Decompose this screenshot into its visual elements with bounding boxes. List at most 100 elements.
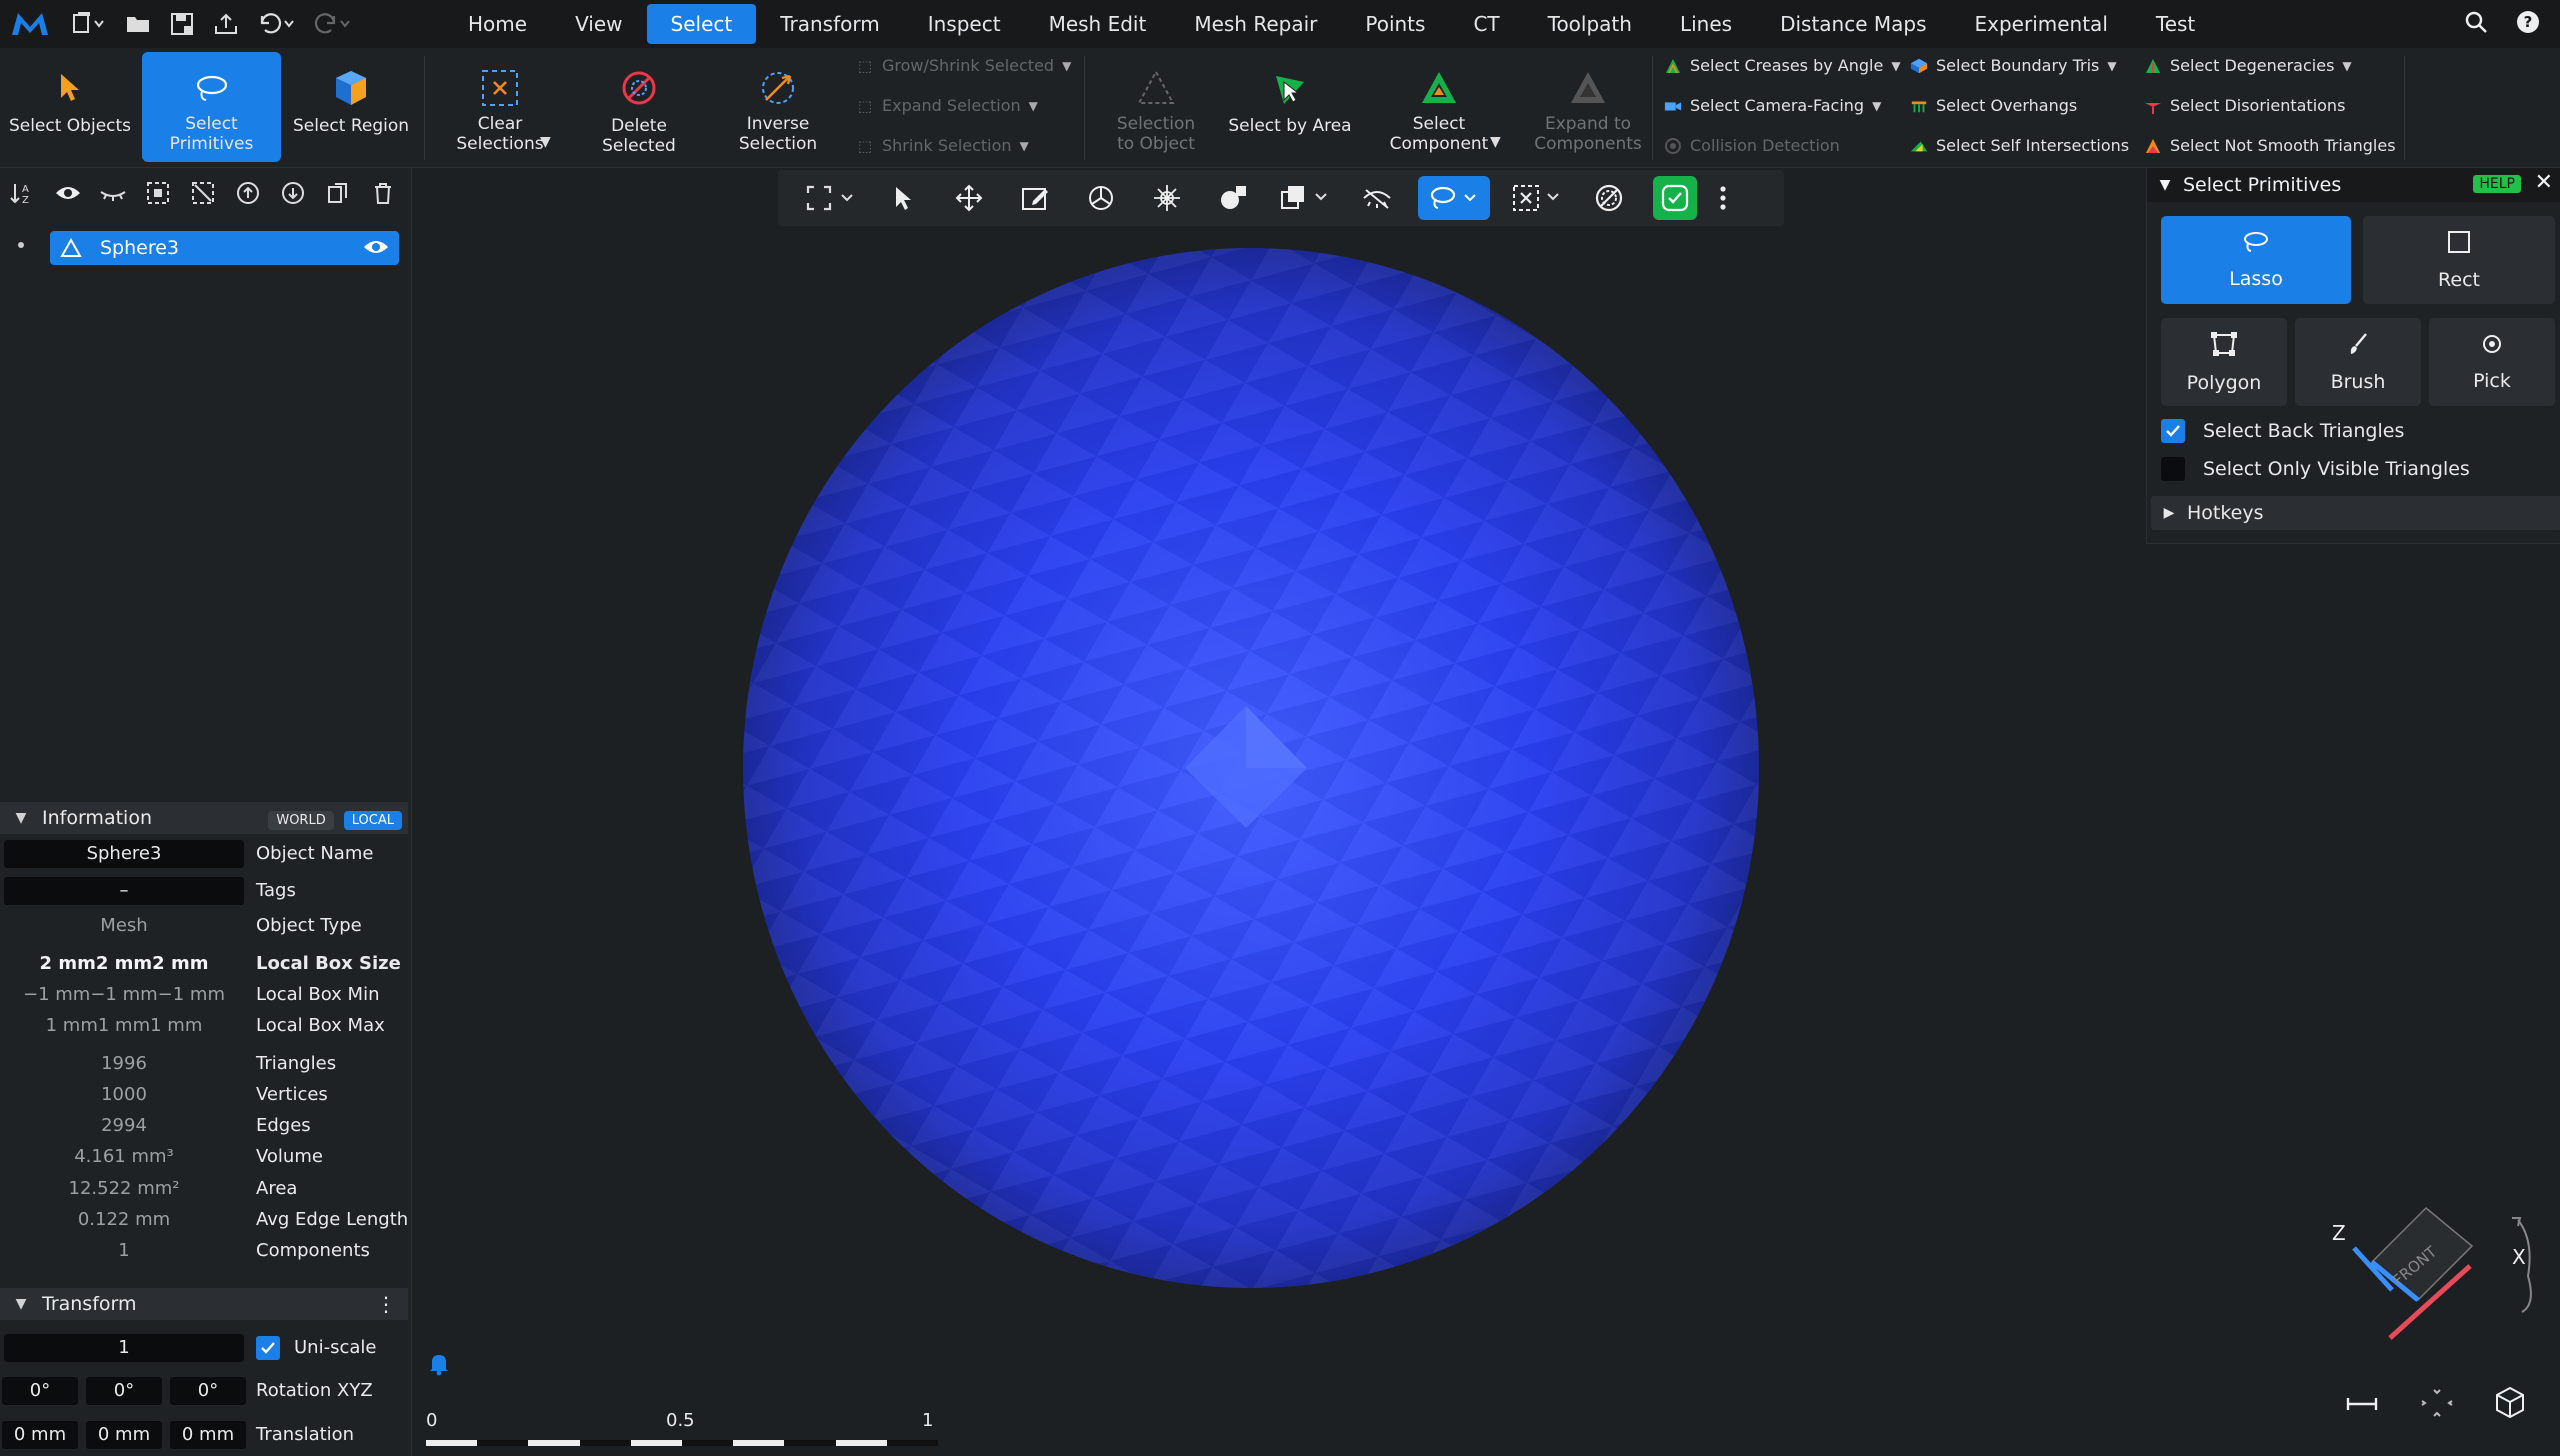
collision-detection-button[interactable]: Collision Detection xyxy=(1664,136,1840,155)
rect-mode-button[interactable]: Rect xyxy=(2363,216,2555,304)
scene-tree-item-sphere3[interactable]: Sphere3 xyxy=(50,231,399,265)
tab-lines[interactable]: Lines xyxy=(1656,4,1756,44)
no-symbol-icon[interactable] xyxy=(1576,170,1642,226)
select-creases-button[interactable]: Select Creases by Angle ▼ xyxy=(1664,56,1901,75)
polygon-mode-button[interactable]: Polygon xyxy=(2161,318,2287,406)
tab-points[interactable]: Points xyxy=(1341,4,1449,44)
select-not-smooth-button[interactable]: Select Not Smooth Triangles xyxy=(2144,136,2396,155)
select-objects-button[interactable]: Select Objects xyxy=(6,52,134,162)
rotation-z-field[interactable]: 0° xyxy=(170,1376,246,1405)
new-file-icon[interactable] xyxy=(60,0,116,48)
fit-view-icon[interactable] xyxy=(792,170,870,226)
tab-mesh-repair[interactable]: Mesh Repair xyxy=(1170,4,1341,44)
tab-test[interactable]: Test xyxy=(2132,4,2219,44)
local-toggle[interactable]: LOCAL xyxy=(343,810,402,830)
move-up-icon[interactable] xyxy=(233,178,263,208)
fit-corners-icon[interactable] xyxy=(2420,1388,2454,1422)
tab-select[interactable]: Select xyxy=(646,4,757,44)
object-name-field[interactable]: Sphere3 xyxy=(4,839,244,868)
select-by-area-button[interactable]: Select by Area xyxy=(1222,52,1358,162)
rotation-y-field[interactable]: 0° xyxy=(86,1376,162,1405)
duplicate-icon[interactable] xyxy=(323,178,353,208)
close-icon[interactable]: ✕ xyxy=(2535,170,2553,195)
open-folder-icon[interactable] xyxy=(116,0,160,48)
show-all-eye-icon[interactable] xyxy=(53,178,83,208)
world-toggle[interactable]: WORLD xyxy=(268,810,334,830)
lasso-mode-icon[interactable] xyxy=(1418,176,1490,220)
search-icon[interactable] xyxy=(2464,10,2488,38)
hotkeys-collapsible[interactable]: ▶ Hotkeys xyxy=(2151,496,2560,530)
lasso-mode-button[interactable]: Lasso xyxy=(2161,216,2351,304)
trash-icon[interactable] xyxy=(368,178,398,208)
select-camera-facing-button[interactable]: Select Camera-Facing ▼ xyxy=(1664,96,1881,115)
tab-inspect[interactable]: Inspect xyxy=(904,4,1025,44)
export-icon[interactable] xyxy=(204,0,248,48)
delete-selected-button[interactable]: Delete Selected xyxy=(572,52,706,162)
tab-mesh-edit[interactable]: Mesh Edit xyxy=(1025,4,1171,44)
select-boundary-tris-button[interactable]: Select Boundary Tris ▼ xyxy=(1910,56,2117,75)
collapse-chevron-icon[interactable]: ▼ xyxy=(2147,177,2183,193)
move-down-icon[interactable] xyxy=(278,178,308,208)
help-icon[interactable]: ? xyxy=(2516,10,2540,38)
select-degeneracies-button[interactable]: Select Degeneracies ▼ xyxy=(2144,56,2352,75)
shapes-icon[interactable] xyxy=(1200,170,1266,226)
expand-to-components-button[interactable]: Expand to Components xyxy=(1520,52,1656,162)
hide-all-eye-icon[interactable] xyxy=(98,178,128,208)
select-primitives-button[interactable]: Select Primitives xyxy=(142,52,281,162)
redo-icon[interactable] xyxy=(304,0,360,48)
scale-field[interactable]: 1 xyxy=(4,1333,244,1362)
clear-selections-chevron-icon[interactable]: ▼ xyxy=(540,134,551,150)
pick-mode-button[interactable]: Pick xyxy=(2429,318,2555,406)
transform-header[interactable]: ▼ Transform ⋮ xyxy=(0,1288,408,1320)
visibility-eye-icon[interactable] xyxy=(363,238,389,256)
select-only-visible-checkbox[interactable] xyxy=(2161,457,2185,481)
sort-az-icon[interactable]: AZ xyxy=(8,178,38,208)
clone-icon[interactable] xyxy=(1266,170,1344,226)
measure-icon[interactable] xyxy=(2346,1394,2378,1418)
notification-bell-icon[interactable] xyxy=(428,1352,450,1380)
3d-viewport[interactable] xyxy=(413,168,2147,1456)
tab-toolpath[interactable]: Toolpath xyxy=(1524,4,1656,44)
rotation-x-field[interactable]: 0° xyxy=(2,1376,78,1405)
shrink-selection-button[interactable]: ⬚ Shrink Selection ▼ xyxy=(856,136,1029,155)
gizmo-axes-icon[interactable] xyxy=(1134,170,1200,226)
deselect-all-icon[interactable] xyxy=(188,178,218,208)
tab-experimental[interactable]: Experimental xyxy=(1951,4,2132,44)
clear-selection-mode-icon[interactable] xyxy=(1498,170,1576,226)
selection-to-object-button[interactable]: Selection to Object xyxy=(1100,52,1212,162)
view-cube[interactable]: FRONT Z X xyxy=(2322,1200,2542,1360)
translation-y-field[interactable]: 0 mm xyxy=(86,1420,162,1449)
select-cursor-icon[interactable] xyxy=(870,170,936,226)
select-self-intersections-button[interactable]: Select Self Intersections xyxy=(1910,136,2129,155)
select-component-chevron-icon[interactable]: ▼ xyxy=(1490,134,1501,150)
help-badge[interactable]: HELP xyxy=(2473,175,2521,193)
expand-selection-button[interactable]: ⬚ Expand Selection ▼ xyxy=(856,96,1038,115)
information-header[interactable]: ▼ Information WORLD LOCAL xyxy=(0,802,408,834)
undo-icon[interactable] xyxy=(248,0,304,48)
more-vertical-icon[interactable] xyxy=(1708,170,1738,226)
tab-view[interactable]: View xyxy=(551,4,646,44)
rotate-orbit-icon[interactable] xyxy=(1068,170,1134,226)
app-logo-icon[interactable] xyxy=(0,0,60,48)
select-component-button[interactable]: Select Component xyxy=(1368,52,1510,162)
grow-shrink-selected-button[interactable]: ⬚ Grow/Shrink Selected ▼ xyxy=(856,56,1071,75)
save-icon[interactable] xyxy=(160,0,204,48)
hide-visibility-icon[interactable] xyxy=(1344,170,1410,226)
more-options-icon[interactable]: ⋮ xyxy=(376,1292,396,1316)
tab-home[interactable]: Home xyxy=(444,4,551,44)
translation-z-field[interactable]: 0 mm xyxy=(170,1420,246,1449)
edit-frame-icon[interactable] xyxy=(1002,170,1068,226)
tab-ct[interactable]: CT xyxy=(1449,4,1523,44)
select-all-icon[interactable] xyxy=(143,178,173,208)
cube-view-icon[interactable] xyxy=(2494,1386,2526,1422)
move-arrows-icon[interactable] xyxy=(936,170,1002,226)
select-region-button[interactable]: Select Region xyxy=(291,52,411,162)
tab-transform[interactable]: Transform xyxy=(756,4,903,44)
brush-mode-button[interactable]: Brush xyxy=(2295,318,2421,406)
translation-x-field[interactable]: 0 mm xyxy=(2,1420,78,1449)
inverse-selection-button[interactable]: Inverse Selection xyxy=(718,52,838,162)
uniscale-checkbox[interactable] xyxy=(256,1335,280,1360)
tags-field[interactable]: – xyxy=(4,876,244,905)
select-back-triangles-checkbox[interactable] xyxy=(2161,419,2185,443)
sphere-mesh[interactable] xyxy=(413,168,2147,1456)
